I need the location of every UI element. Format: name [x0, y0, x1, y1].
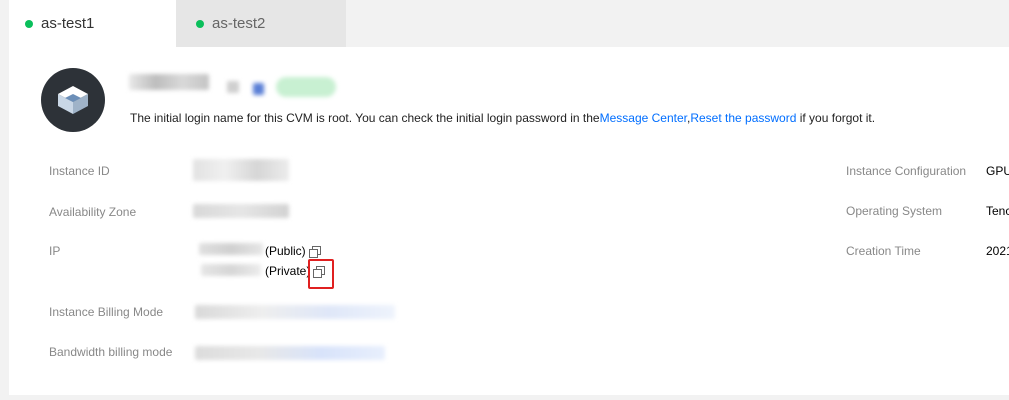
edit-icon-redacted [227, 81, 239, 93]
tab-as-test2[interactable]: as-test2 [176, 0, 346, 47]
status-badge-redacted [276, 77, 336, 97]
ip-label: IP [49, 244, 61, 258]
tag-icon-redacted [253, 83, 264, 95]
billing-mode-value-redacted [195, 305, 395, 319]
message-center-link[interactable]: Message Center [600, 111, 687, 125]
status-running-icon [196, 19, 204, 28]
login-notice: The initial login name for this CVM is r… [130, 111, 875, 125]
instance-id-value-redacted [193, 159, 289, 181]
instance-detail-panel: The initial login name for this CVM is r… [9, 47, 1009, 395]
creation-time-label: Creation Time [846, 244, 921, 258]
bandwidth-billing-label: Bandwidth billing mode [49, 345, 173, 359]
instance-id-label: Instance ID [49, 164, 110, 178]
billing-mode-label: Instance Billing Mode [49, 305, 164, 319]
bandwidth-billing-value-redacted [195, 346, 385, 360]
copy-icon[interactable] [309, 246, 321, 258]
tab-as-test1[interactable]: as-test1 [9, 0, 176, 47]
reset-password-link[interactable]: Reset the password [690, 111, 796, 125]
notice-suffix: if you forgot it. [796, 111, 876, 125]
status-running-icon [25, 19, 33, 28]
public-ip-suffix: (Public) [265, 244, 306, 258]
availability-zone-value-redacted [193, 204, 289, 218]
server-cube-icon [58, 86, 88, 114]
availability-zone-label: Availability Zone [49, 205, 137, 219]
instance-name-redacted [129, 74, 209, 90]
public-ip-redacted [199, 243, 263, 255]
instance-tab-bar: as-test1 as-test2 [0, 0, 1009, 47]
tab-label: as-test2 [212, 15, 266, 32]
creation-time-value: 2021 [986, 244, 1009, 258]
instance-config-label: Instance Configuration [846, 164, 967, 178]
os-label: Operating System [846, 204, 943, 218]
notice-text: The initial login name for this CVM is r… [130, 111, 600, 125]
private-ip-suffix: (Private) [265, 264, 311, 278]
private-ip-redacted [201, 264, 261, 276]
tab-label: as-test1 [41, 15, 95, 32]
instance-config-value: GPU [986, 164, 1009, 178]
copy-highlight-box [308, 259, 334, 289]
instance-avatar [41, 68, 105, 132]
os-value: Tenc [986, 204, 1009, 218]
